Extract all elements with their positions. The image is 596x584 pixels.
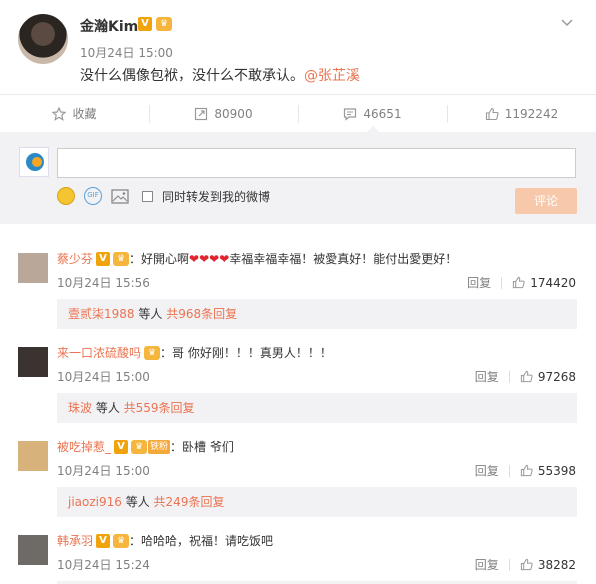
heart-emoji: ❤❤❤❤ bbox=[189, 251, 230, 266]
favorite-label: 收藏 bbox=[72, 107, 97, 121]
submit-comment-button[interactable]: 评论 bbox=[515, 188, 577, 214]
reply-summary[interactable]: jiaozi916 等人 共249条回复 bbox=[57, 487, 577, 517]
verified-v-icon: V bbox=[96, 533, 111, 548]
comment-input[interactable] bbox=[57, 148, 576, 178]
comment-timestamp: 10月24日 15:00 bbox=[57, 370, 150, 384]
my-avatar[interactable] bbox=[19, 147, 49, 177]
repost-icon bbox=[195, 107, 208, 120]
also-repost-checkbox[interactable] bbox=[142, 190, 153, 202]
post-body: 没什么偶像包袱，没什么不敢承认。 bbox=[80, 68, 304, 84]
repost-count: 80900 bbox=[214, 106, 253, 121]
like-button[interactable]: 1192242 bbox=[447, 95, 596, 132]
comment-like-button[interactable]: 97268 bbox=[520, 370, 576, 384]
reply-mid-text: 等人 bbox=[92, 401, 124, 415]
mention-link[interactable]: @张芷溪 bbox=[304, 68, 360, 84]
thumbs-up-icon bbox=[485, 107, 499, 120]
reply-button[interactable]: 回复 bbox=[475, 462, 499, 479]
reply-mid-text: 等人 bbox=[121, 495, 154, 509]
crown-icon: ♛ bbox=[113, 533, 130, 548]
gif-icon[interactable]: GIF bbox=[84, 187, 102, 205]
divider bbox=[508, 464, 510, 477]
comment-actions: 回复 38282 bbox=[475, 556, 576, 573]
comment-text: ：好開心啊 bbox=[129, 252, 190, 266]
commenter-name[interactable]: 来一口浓硫酸吗 bbox=[57, 344, 141, 361]
thumbs-up-icon bbox=[520, 558, 533, 571]
reply-count-link[interactable]: 共968条回复 bbox=[166, 307, 237, 321]
action-bar: 收藏 80900 46651 1192242 bbox=[0, 94, 596, 133]
thumbs-up-icon bbox=[520, 464, 533, 477]
reply-summary[interactable]: 珠波 等人 共559条回复 bbox=[57, 393, 577, 423]
divider bbox=[501, 276, 503, 289]
comment-like-count: 38282 bbox=[537, 557, 576, 572]
comment-actions: 回复 97268 bbox=[475, 368, 576, 385]
commenter-avatar[interactable] bbox=[18, 347, 48, 377]
smiley-icon[interactable] bbox=[57, 187, 75, 205]
commenter-avatar[interactable] bbox=[18, 441, 48, 471]
verified-v-icon: V bbox=[114, 439, 129, 454]
author-badges: V ♛ bbox=[138, 17, 172, 31]
crown-icon: ♛ bbox=[113, 251, 130, 266]
fan-badge: 铁粉 bbox=[148, 439, 171, 454]
comment-button[interactable]: 46651 bbox=[298, 95, 447, 133]
reply-button[interactable]: 回复 bbox=[475, 368, 499, 385]
chevron-down-icon[interactable] bbox=[560, 14, 574, 33]
star-icon bbox=[52, 106, 67, 121]
thumbs-up-icon bbox=[520, 370, 533, 383]
crown-icon: ♛ bbox=[131, 439, 148, 454]
comment-like-count: 55398 bbox=[537, 463, 576, 478]
also-repost-label[interactable]: 同时转发到我的微博 bbox=[162, 188, 270, 205]
reply-summary[interactable]: 壹贰柒1988 等人 共968条回复 bbox=[57, 299, 577, 329]
verified-v-icon: V bbox=[96, 251, 111, 266]
reply-mid-text: 等人 bbox=[134, 307, 167, 321]
favorite-button[interactable]: 收藏 bbox=[0, 95, 149, 132]
comment-actions: 回复 174420 bbox=[467, 274, 576, 291]
verified-v-icon: V bbox=[138, 17, 152, 31]
like-count: 1192242 bbox=[504, 106, 559, 121]
comment-like-count: 97268 bbox=[537, 369, 576, 384]
crown-icon: ♛ bbox=[144, 345, 161, 360]
comment-actions: 回复 55398 bbox=[475, 462, 576, 479]
divider bbox=[508, 370, 510, 383]
reply-user[interactable]: 壹贰柒1988 bbox=[68, 307, 135, 321]
divider bbox=[508, 558, 510, 571]
commenter-avatar[interactable] bbox=[18, 535, 48, 565]
comment-line: 韩承羽 V ♛ ：哈哈哈，祝福！请吃饭吧 bbox=[57, 532, 273, 549]
comment-like-count: 174420 bbox=[530, 275, 576, 290]
reply-count-link[interactable]: 共559条回复 bbox=[124, 401, 195, 415]
comment-compose-area bbox=[0, 132, 596, 224]
comment-timestamp: 10月24日 15:24 bbox=[57, 558, 150, 572]
author-avatar[interactable] bbox=[18, 14, 68, 64]
comment-like-button[interactable]: 174420 bbox=[512, 276, 576, 290]
comment-timestamp: 10月24日 15:56 bbox=[57, 276, 150, 290]
comment-line: 来一口浓硫酸吗 ♛ ：哥 你好刚！！！真男人！！！ bbox=[57, 344, 332, 361]
comment-text-tail: 幸福幸福幸福！被愛真好！能付出愛更好！ bbox=[229, 252, 458, 266]
comment-line: 蔡少芬 V ♛ ：好開心啊 ❤❤❤❤ 幸福幸福幸福！被愛真好！能付出愛更好！ bbox=[57, 250, 457, 267]
comment-timestamp: 10月24日 15:00 bbox=[57, 464, 150, 478]
author-name[interactable]: 金瀚Kim bbox=[80, 16, 138, 36]
thumbs-up-icon bbox=[513, 276, 525, 289]
compose-tools: GIF 同时转发到我的微博 bbox=[57, 187, 270, 205]
comment-text: ：哈哈哈，祝福！请吃饭吧 bbox=[129, 534, 274, 548]
repost-button[interactable]: 80900 bbox=[149, 95, 298, 132]
comment-text: ：卧槽 爷们 bbox=[170, 440, 234, 454]
image-icon[interactable] bbox=[111, 188, 129, 204]
comment-icon bbox=[344, 107, 357, 121]
comment-like-button[interactable]: 55398 bbox=[520, 464, 576, 478]
reply-button[interactable]: 回复 bbox=[475, 556, 499, 573]
comment-line: 被吃掉惹_ V ♛ 铁粉 ：卧槽 爷们 bbox=[57, 438, 234, 455]
post-timestamp[interactable]: 10月24日 15:00 bbox=[80, 44, 173, 61]
reply-user[interactable]: 珠波 bbox=[68, 401, 92, 415]
commenter-avatar[interactable] bbox=[18, 253, 48, 283]
post-text: 没什么偶像包袱，没什么不敢承认。@张芷溪 bbox=[80, 65, 360, 85]
comment-count: 46651 bbox=[363, 106, 402, 121]
comment-like-button[interactable]: 38282 bbox=[520, 558, 576, 572]
commenter-name[interactable]: 被吃掉惹_ bbox=[57, 438, 111, 455]
comment-text: ：哥 你好刚！！！真男人！！！ bbox=[160, 346, 332, 360]
reply-button[interactable]: 回复 bbox=[467, 274, 491, 291]
crown-icon: ♛ bbox=[156, 17, 172, 31]
reply-count-link[interactable]: 共249条回复 bbox=[154, 495, 225, 509]
reply-user[interactable]: jiaozi916 bbox=[68, 495, 122, 509]
commenter-name[interactable]: 蔡少芬 bbox=[57, 250, 93, 267]
commenter-name[interactable]: 韩承羽 bbox=[57, 532, 93, 549]
